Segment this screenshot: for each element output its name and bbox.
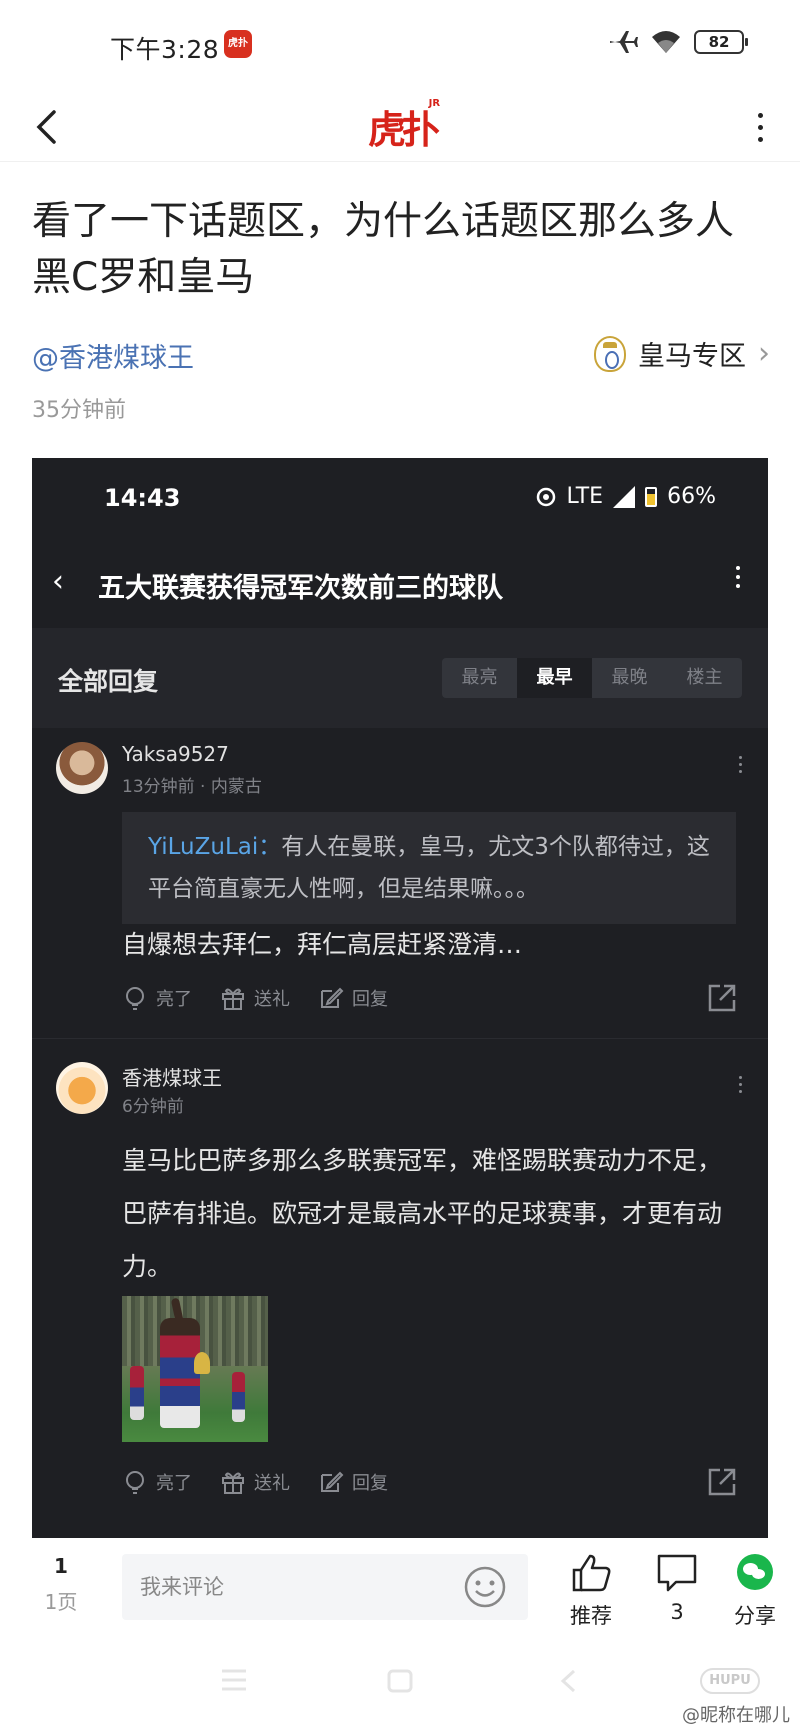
comment-count: 3 bbox=[670, 1600, 684, 1624]
hupu-logo: 虎扑 JR bbox=[368, 98, 440, 154]
quoted-username: YiLuZuLai： bbox=[148, 834, 282, 860]
embedded-filter-bar: 全部回复 最亮 最早 最晚 楼主 bbox=[32, 628, 768, 728]
light-label: 亮了 bbox=[156, 1473, 192, 1494]
chevron-right-icon: › bbox=[758, 336, 770, 371]
gift-action: 送礼 bbox=[220, 985, 290, 1011]
board-name: 皇马专区 bbox=[638, 341, 746, 372]
reply-label: 回复 bbox=[352, 1473, 388, 1494]
light-action: 亮了 bbox=[122, 985, 192, 1011]
more-vertical-icon bbox=[757, 112, 763, 118]
post-title: 看了一下话题区，为什么话题区那么多人黑C罗和皇马 bbox=[32, 199, 735, 300]
embedded-screenshot-image[interactable]: 14:43 LTE 66% ‹ 五大联赛获得冠军次数前三的球队 全部回复 最亮 … bbox=[32, 458, 768, 1538]
page-number: 1 bbox=[54, 1554, 68, 1578]
embedded-header: ‹ 五大联赛获得冠军次数前三的球队 bbox=[32, 544, 768, 628]
comment-actions: 亮了 送礼 回复 bbox=[122, 1462, 738, 1502]
board-link[interactable]: 皇马专区 › bbox=[594, 334, 770, 373]
page-selector[interactable]: 1页 bbox=[40, 1586, 82, 1615]
gift-label: 送礼 bbox=[254, 1473, 290, 1494]
comment-meta: 6分钟前 bbox=[122, 1097, 184, 1117]
real-madrid-crest-icon bbox=[594, 335, 626, 372]
embedded-sort-tab-op: 楼主 bbox=[686, 667, 723, 688]
gift-action: 送礼 bbox=[220, 1469, 290, 1495]
back-nav-icon[interactable] bbox=[558, 1668, 578, 1694]
embedded-battery-icon bbox=[645, 486, 658, 507]
thumbs-up-icon bbox=[572, 1554, 611, 1592]
lightbulb-icon bbox=[126, 1471, 144, 1494]
embedded-sort-tab-earliest: 最早 bbox=[517, 658, 592, 698]
embedded-thread-title: 五大联赛获得冠军次数前三的球队 bbox=[98, 573, 503, 604]
home-nav-icon[interactable] bbox=[386, 1668, 414, 1694]
reply-edit-icon bbox=[321, 1471, 344, 1492]
embedded-network-label: LTE bbox=[566, 484, 604, 509]
gift-label: 送礼 bbox=[254, 989, 290, 1010]
embedded-battery-level: 66% bbox=[667, 484, 716, 509]
embedded-back-icon: ‹ bbox=[52, 564, 64, 599]
comment-more-icon bbox=[739, 756, 742, 773]
reply-action: 回复 bbox=[318, 985, 388, 1011]
comment-divider bbox=[32, 1038, 768, 1039]
airplane-mode-icon bbox=[610, 31, 638, 53]
comment-text: 自爆想去拜仁，拜仁高层赶紧澄清… bbox=[122, 930, 523, 959]
status-indicators: 82 bbox=[608, 28, 748, 56]
lightbulb-icon bbox=[126, 987, 144, 1010]
chevron-left-icon bbox=[36, 110, 56, 144]
avatar bbox=[56, 1062, 108, 1114]
wifi-icon bbox=[652, 31, 680, 53]
bottom-action-bar: 1 1页 推荐 3 分享 bbox=[0, 1538, 800, 1638]
reply-edit-icon bbox=[321, 987, 344, 1008]
location-icon bbox=[536, 487, 555, 506]
app-header: 虎扑 JR bbox=[0, 92, 800, 162]
comment-username: 香港煤球王 bbox=[122, 1066, 222, 1090]
recommend-label: 推荐 bbox=[570, 1604, 612, 1628]
hupu-watermark-logo: HUPU bbox=[700, 1668, 760, 1694]
embedded-status-indicators: LTE 66% bbox=[535, 484, 716, 509]
share-button[interactable]: 分享 bbox=[720, 1550, 790, 1630]
embedded-sort-tabs: 最亮 最早 最晚 楼主 bbox=[442, 658, 742, 698]
embedded-all-replies-label: 全部回复 bbox=[58, 667, 159, 696]
battery-indicator: 82 bbox=[694, 30, 748, 54]
signal-icon bbox=[613, 485, 636, 508]
comment-text: 皇马比巴萨多那么多联赛冠军，难怪踢联赛动力不足，巴萨有排追。欧冠才是最高水平的足… bbox=[122, 1146, 723, 1281]
status-time: 下午3:28 bbox=[110, 35, 220, 64]
light-label: 亮了 bbox=[156, 989, 192, 1010]
embedded-sort-tab-latest: 最晚 bbox=[611, 667, 648, 688]
more-options-button[interactable] bbox=[742, 100, 778, 154]
comment-bubble-icon bbox=[657, 1554, 697, 1592]
system-navigation-bar: HUPU @昵称在哪儿 bbox=[0, 1638, 800, 1733]
hupu-app-notification-icon: 虎扑 bbox=[224, 30, 252, 58]
quoted-comment: YiLuZuLai：有人在曼联，皇马，尤文3个队都待过，这平台简直豪无人性啊，但… bbox=[122, 812, 736, 924]
menu-nav-icon[interactable] bbox=[220, 1668, 248, 1692]
comment-username: Yaksa9527 bbox=[122, 742, 229, 766]
comment-actions: 亮了 送礼 回复 bbox=[122, 978, 738, 1018]
watermark-text: @昵称在哪儿 bbox=[682, 1705, 790, 1726]
embedded-sort-tab-brightest: 最亮 bbox=[461, 667, 498, 688]
post-time: 35分钟前 bbox=[32, 398, 126, 423]
embedded-comment: Yaksa9527 13分钟前 · 内蒙古 YiLuZuLai：有人在曼联，皇马… bbox=[32, 728, 768, 1038]
embedded-status-bar: 14:43 LTE 66% bbox=[32, 458, 768, 544]
emoji-icon[interactable] bbox=[462, 1564, 508, 1610]
reply-label: 回复 bbox=[352, 989, 388, 1010]
share-external-icon bbox=[708, 1468, 736, 1496]
avatar bbox=[56, 742, 108, 794]
recommend-button[interactable]: 推荐 bbox=[556, 1550, 626, 1630]
light-action: 亮了 bbox=[122, 1469, 192, 1495]
comment-image-player-with-trophy bbox=[122, 1296, 268, 1442]
embedded-comment: 香港煤球王 6分钟前 皇马比巴萨多那么多联赛冠军，难怪踢联赛动力不足，巴萨有排追… bbox=[32, 1048, 768, 1538]
comment-more-icon bbox=[739, 1076, 742, 1093]
logo-badge: JR bbox=[428, 98, 441, 109]
back-button[interactable] bbox=[26, 102, 66, 152]
wechat-icon bbox=[737, 1554, 773, 1590]
status-bar: 下午3:28 虎扑 82 bbox=[0, 0, 800, 92]
post-author-link[interactable]: @香港煤球王 bbox=[32, 336, 194, 375]
gift-icon bbox=[222, 1472, 244, 1494]
comment-meta: 13分钟前 · 内蒙古 bbox=[122, 777, 262, 797]
embedded-status-time: 14:43 bbox=[104, 484, 181, 512]
share-label: 分享 bbox=[734, 1604, 776, 1628]
gift-icon bbox=[222, 988, 244, 1010]
comments-button[interactable]: 3 bbox=[642, 1550, 712, 1624]
logo-text: 虎扑 bbox=[368, 106, 440, 152]
share-external-icon bbox=[708, 984, 736, 1012]
reply-action: 回复 bbox=[318, 1469, 388, 1495]
embedded-more-icon bbox=[736, 566, 740, 588]
